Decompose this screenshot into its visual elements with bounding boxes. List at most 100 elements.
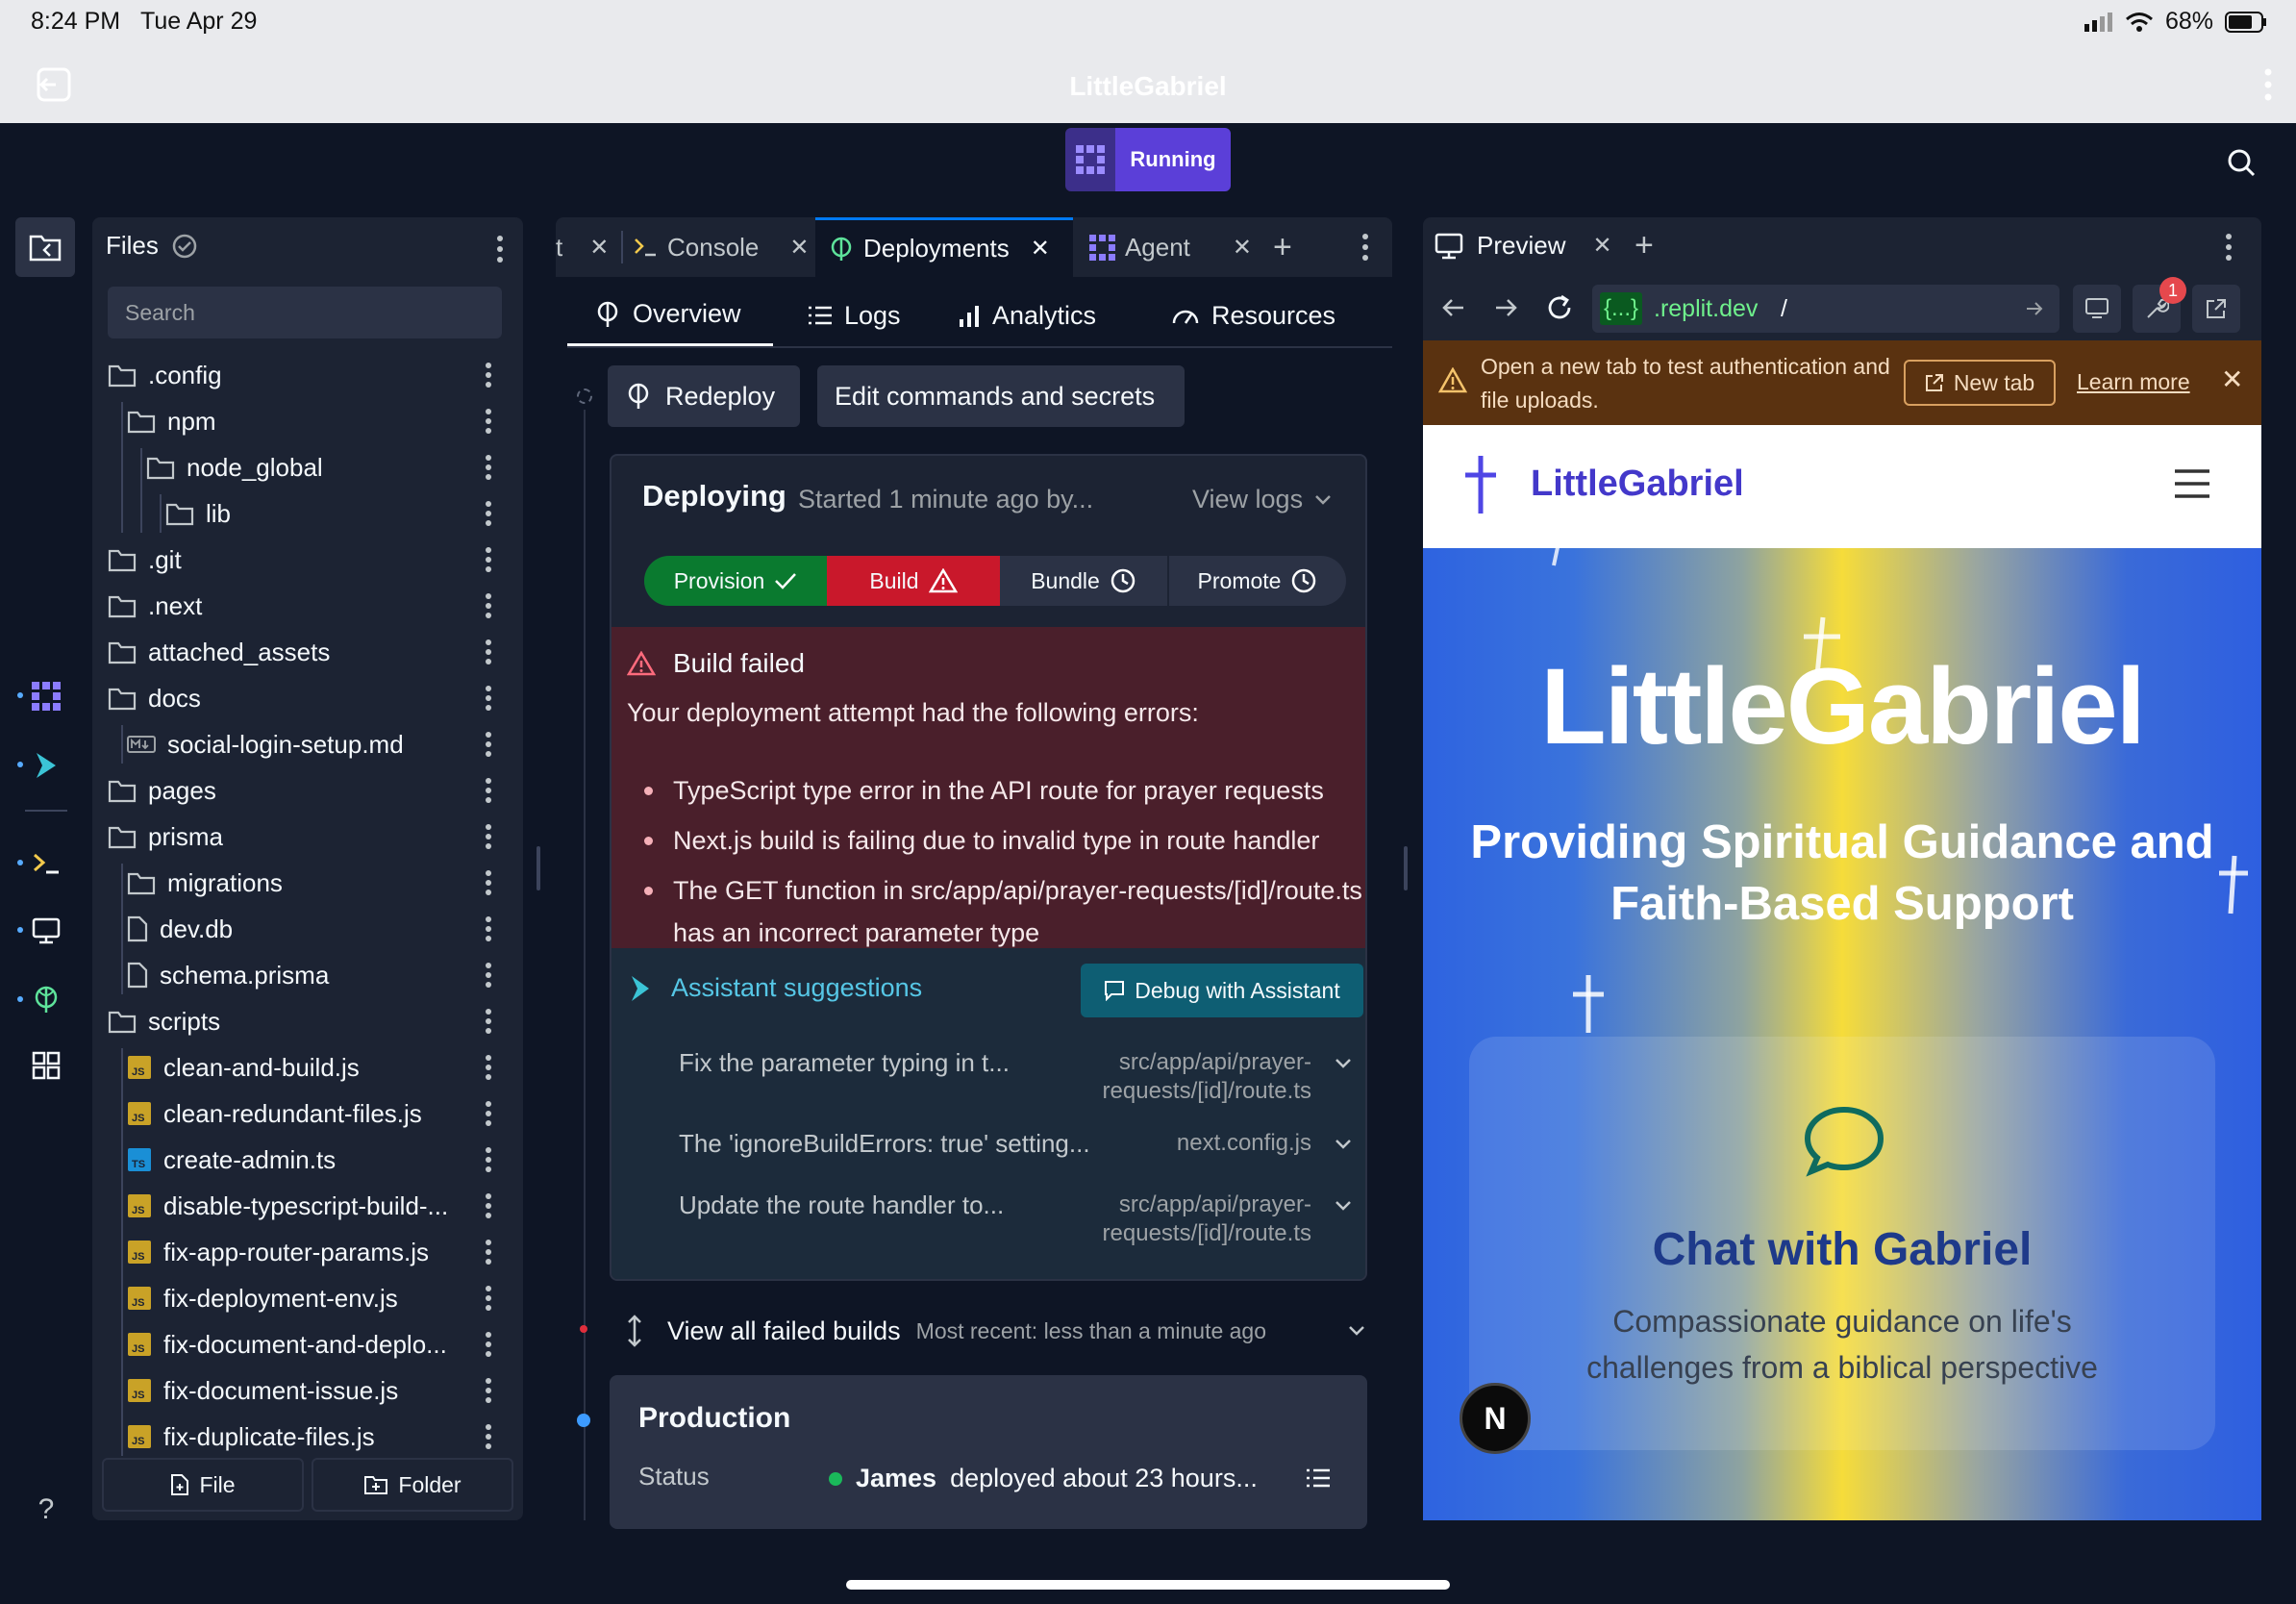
assistant-icon[interactable]: [27, 746, 65, 785]
item-menu-icon[interactable]: [485, 915, 492, 942]
file-item[interactable]: JS clean-and-build.js: [127, 1044, 491, 1090]
agent-icon[interactable]: [27, 677, 65, 715]
item-menu-icon[interactable]: [485, 731, 492, 758]
chat-card[interactable]: Chat with Gabriel Compassionate guidance…: [1469, 1037, 2215, 1450]
folder-item[interactable]: .next: [108, 583, 491, 629]
folder-item[interactable]: node_global: [146, 444, 491, 490]
item-menu-icon[interactable]: [485, 454, 492, 481]
close-icon[interactable]: ✕: [1233, 234, 1252, 262]
folder-item[interactable]: scripts: [108, 998, 491, 1044]
console-icon[interactable]: [27, 844, 65, 883]
item-menu-icon[interactable]: [485, 1423, 492, 1450]
add-tab-icon[interactable]: +: [1635, 227, 1654, 264]
item-menu-icon[interactable]: [485, 777, 492, 804]
close-icon[interactable]: ✕: [789, 234, 809, 262]
resize-handle[interactable]: [1404, 846, 1408, 890]
item-menu-icon[interactable]: [485, 1192, 492, 1219]
item-menu-icon[interactable]: [485, 685, 492, 712]
file-item[interactable]: dev.db: [127, 906, 491, 952]
reload-icon[interactable]: [1544, 292, 1575, 323]
device-toggle-button[interactable]: [2073, 285, 2121, 333]
folder-item[interactable]: attached_assets: [108, 629, 491, 675]
close-banner-icon[interactable]: ✕: [2221, 363, 2243, 395]
preview-menu-icon[interactable]: [2225, 233, 2233, 262]
item-menu-icon[interactable]: [485, 408, 492, 435]
debug-with-assistant-button[interactable]: Debug with Assistant: [1081, 964, 1363, 1017]
item-menu-icon[interactable]: [485, 823, 492, 850]
kebab-icon[interactable]: [2263, 67, 2273, 102]
tab-logs[interactable]: Logs: [808, 285, 901, 346]
url-bar[interactable]: {...} .replit.dev /: [1592, 285, 2059, 333]
suggestion-row[interactable]: Fix the parameter typing in t... src/app…: [679, 1048, 1352, 1106]
edit-commands-button[interactable]: Edit commands and secrets: [817, 365, 1185, 427]
replit-logo-icon[interactable]: [1065, 128, 1115, 191]
suggestion-row[interactable]: Update the route handler to... src/app/a…: [679, 1190, 1352, 1248]
file-item[interactable]: JS fix-document-issue.js: [127, 1367, 491, 1414]
view-logs-button[interactable]: View logs: [1192, 485, 1332, 514]
file-item[interactable]: JS fix-deployment-env.js: [127, 1275, 491, 1321]
folder-item[interactable]: prisma: [108, 814, 491, 860]
folder-item[interactable]: docs: [108, 675, 491, 721]
help-icon[interactable]: ?: [27, 1491, 65, 1529]
forward-icon[interactable]: [1492, 294, 1519, 321]
production-list-icon[interactable]: [1306, 1467, 1331, 1489]
tab-console[interactable]: Console ✕: [633, 217, 815, 277]
chevron-down-icon[interactable]: [1335, 1058, 1352, 1069]
site-name[interactable]: LittleGabriel: [1531, 464, 1744, 505]
file-item[interactable]: JS fix-document-and-deplo...: [127, 1321, 491, 1367]
file-item[interactable]: JS clean-redundant-files.js: [127, 1090, 491, 1137]
nextjs-badge[interactable]: N: [1460, 1383, 1531, 1454]
deployments-icon[interactable]: [27, 981, 65, 1019]
running-button[interactable]: Running: [1115, 128, 1231, 191]
view-failed-builds-row[interactable]: View all failed builds Most recent: less…: [625, 1312, 1375, 1350]
all-tools-icon[interactable]: [27, 1046, 65, 1085]
search-icon[interactable]: [2227, 148, 2256, 177]
item-menu-icon[interactable]: [485, 1146, 492, 1173]
item-menu-icon[interactable]: [485, 1100, 492, 1127]
file-item[interactable]: social-login-setup.md: [127, 721, 491, 767]
add-tab-icon[interactable]: +: [1273, 229, 1292, 266]
files-search-input[interactable]: Search: [108, 287, 502, 338]
learn-more-link[interactable]: Learn more: [2077, 369, 2190, 395]
new-file-button[interactable]: File: [102, 1458, 304, 1512]
redeploy-button[interactable]: Redeploy: [608, 365, 800, 427]
item-menu-icon[interactable]: [485, 1008, 492, 1035]
chevron-down-icon[interactable]: [1335, 1139, 1352, 1150]
folder-item[interactable]: migrations: [127, 860, 491, 906]
item-menu-icon[interactable]: [485, 962, 492, 989]
new-tab-button[interactable]: New tab: [1904, 360, 2056, 406]
folder-item[interactable]: npm: [127, 398, 491, 444]
tab-deployments[interactable]: Deployments ✕: [815, 217, 1073, 277]
tab-analytics[interactable]: Analytics: [958, 285, 1096, 346]
suggestion-row[interactable]: The 'ignoreBuildErrors: true' setting...…: [679, 1129, 1352, 1159]
new-folder-button[interactable]: Folder: [312, 1458, 513, 1512]
files-icon[interactable]: [15, 217, 75, 277]
file-item[interactable]: TS create-admin.ts: [127, 1137, 491, 1183]
open-new-tab-button[interactable]: [2192, 285, 2240, 333]
tab-overview[interactable]: Overview: [567, 285, 773, 346]
resize-handle[interactable]: [537, 846, 540, 890]
item-menu-icon[interactable]: [485, 1377, 492, 1404]
close-icon[interactable]: ✕: [1031, 235, 1050, 263]
item-menu-icon[interactable]: [485, 1331, 492, 1358]
folder-item[interactable]: .config: [108, 352, 491, 398]
item-menu-icon[interactable]: [485, 500, 492, 527]
item-menu-icon[interactable]: [485, 546, 492, 573]
close-icon[interactable]: ✕: [1592, 232, 1611, 260]
file-item[interactable]: JS fix-duplicate-files.js: [127, 1414, 491, 1460]
item-menu-icon[interactable]: [485, 1239, 492, 1266]
close-icon[interactable]: ✕: [589, 234, 609, 262]
item-menu-icon[interactable]: [485, 869, 492, 896]
chevron-down-icon[interactable]: [1335, 1200, 1352, 1212]
item-menu-icon[interactable]: [485, 592, 492, 619]
item-menu-icon[interactable]: [485, 1054, 492, 1081]
back-icon[interactable]: [1440, 294, 1467, 321]
preview-icon[interactable]: [27, 912, 65, 950]
file-item[interactable]: JS fix-app-router-params.js: [127, 1229, 491, 1275]
tab-resources[interactable]: Resources: [1171, 285, 1335, 346]
files-menu-icon[interactable]: [496, 235, 504, 263]
folder-item[interactable]: pages: [108, 767, 491, 814]
devtools-button[interactable]: 1: [2133, 277, 2186, 333]
file-item[interactable]: JS disable-typescript-build-...: [127, 1183, 491, 1229]
item-menu-icon[interactable]: [485, 362, 492, 388]
